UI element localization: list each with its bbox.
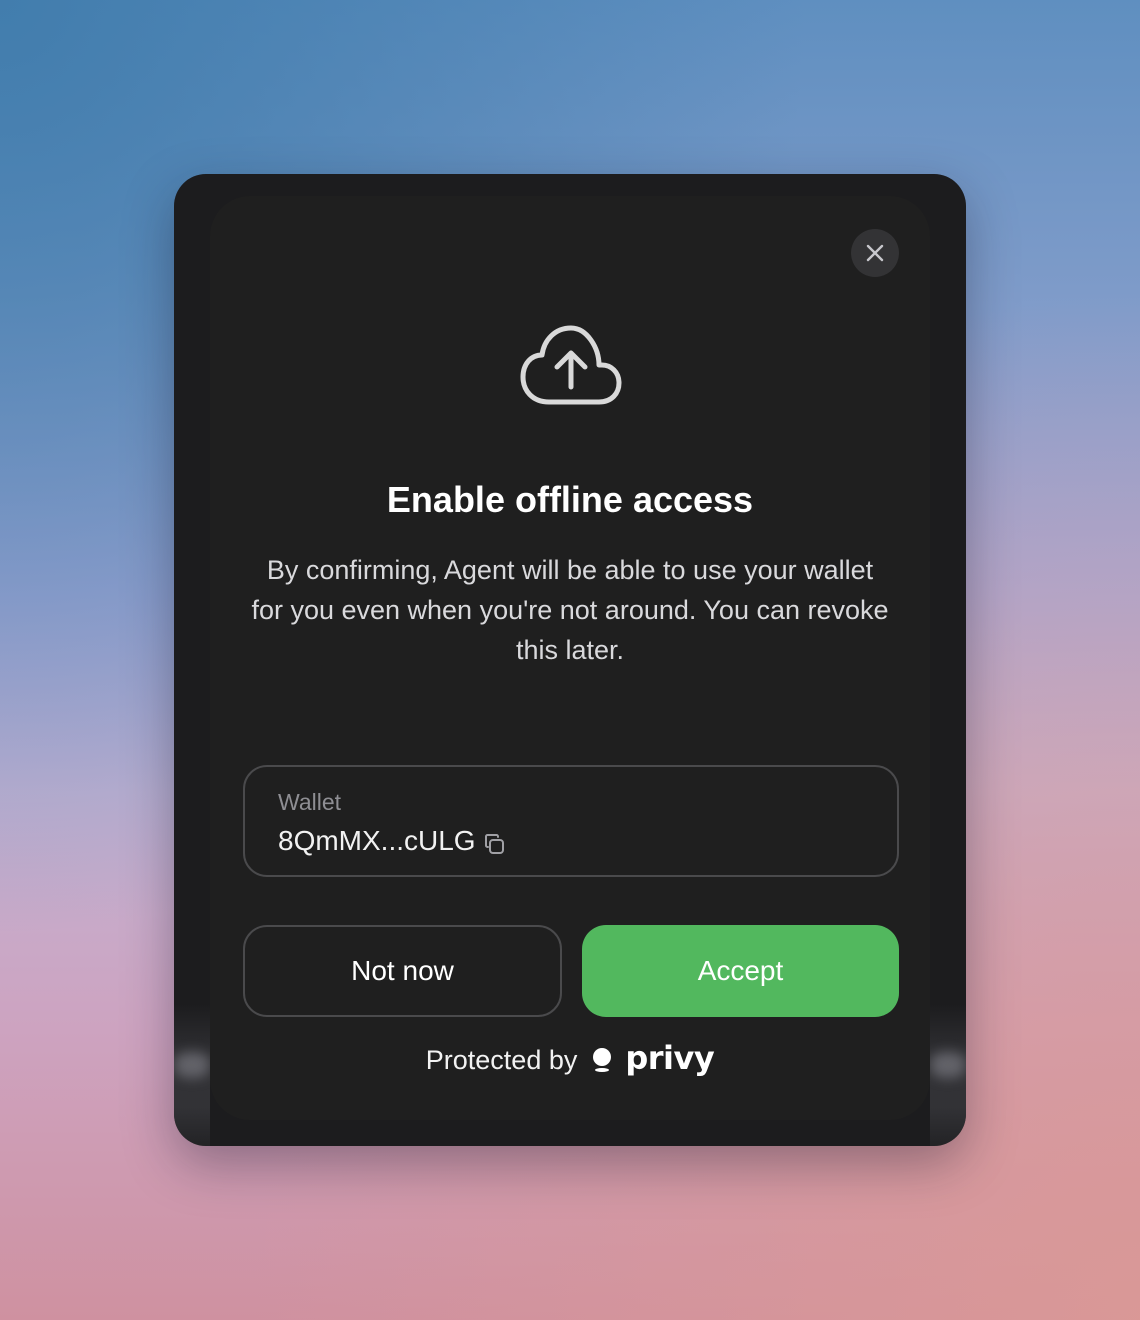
frame-edge-left bbox=[174, 1004, 210, 1146]
wallet-field: Wallet 8QmMX...cULG bbox=[243, 765, 899, 877]
close-icon bbox=[866, 244, 884, 262]
wallet-address: 8QmMX...cULG bbox=[278, 825, 476, 856]
close-button[interactable] bbox=[851, 229, 899, 277]
wallet-label: Wallet bbox=[278, 789, 342, 815]
not-now-button[interactable]: Not now bbox=[243, 925, 562, 1017]
accept-button[interactable]: Accept bbox=[582, 925, 899, 1017]
privy-logo-icon bbox=[593, 1048, 612, 1072]
copy-icon[interactable] bbox=[482, 832, 506, 856]
cloud-upload-icon bbox=[520, 325, 622, 405]
privy-wordmark[interactable]: privy bbox=[625, 1038, 714, 1078]
wallet-value-row: 8QmMX...cULG bbox=[278, 823, 506, 859]
modal-description: By confirming, Agent will be able to use… bbox=[251, 555, 889, 665]
footer-text: Protected by bbox=[425, 1044, 578, 1075]
modal-title: Enable offline access bbox=[386, 479, 754, 520]
frame-edge-right bbox=[930, 1004, 966, 1146]
protected-by-footer: Protected by privy bbox=[210, 1038, 930, 1080]
